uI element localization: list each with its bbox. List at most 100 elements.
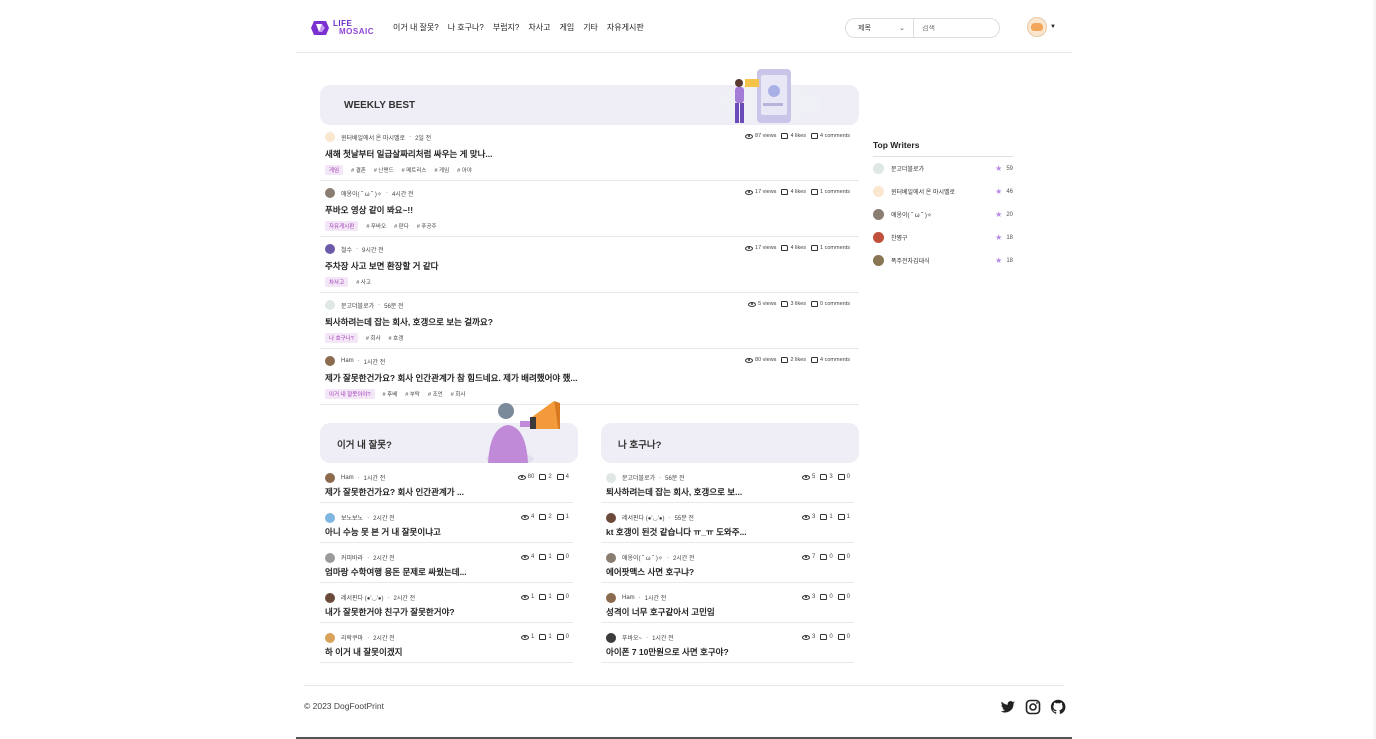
post-author[interactable]: 리락쿠마: [341, 633, 363, 642]
post-title[interactable]: 제가 잘못한건가요? 회사 인간관계가 ...: [325, 486, 573, 498]
site-logo[interactable]: LIFE MOSAIC: [310, 17, 374, 39]
tag[interactable]: # 푸바오: [366, 222, 386, 230]
nav-item-my-fault[interactable]: 이거 내 잘못?: [393, 22, 439, 33]
nav-item-game[interactable]: 게임: [559, 22, 574, 33]
tag[interactable]: # 결혼: [351, 166, 366, 174]
search-type-select[interactable]: 제목 ⌄: [846, 19, 914, 37]
post-title[interactable]: 에어팟맥스 사면 호구냐?: [606, 566, 854, 578]
tag[interactable]: # 메트리스: [402, 166, 427, 174]
board-post-item[interactable]: 보노보노 · 2시간 전 아니 수능 못 본 거 내 잘못이냐고 4 2 1: [320, 503, 573, 543]
board-post-item[interactable]: 푸바오~ · 1시간 전 아이폰 7 10만원으로 사면 호구야? 3 0 0: [601, 623, 854, 663]
board-my-fault-title[interactable]: 이거 내 잘못?: [337, 437, 392, 451]
category-chip[interactable]: 나 호구나?: [325, 333, 358, 343]
tag[interactable]: # 판다: [394, 222, 409, 230]
tag[interactable]: # 회사: [366, 334, 381, 342]
top-writer-row[interactable]: 애옹이( ˘ ω ˘ )✧ ★ 20: [873, 203, 1013, 226]
board-post-item[interactable]: 애옹이( ˘ ω ˘ )✧ · 2시간 전 에어팟맥스 사면 호구냐? 7 0 0: [601, 543, 854, 583]
post-title[interactable]: 주차장 사고 보면 환장할 거 같다: [325, 260, 851, 272]
writer-name[interactable]: 찬쨩구: [891, 233, 908, 242]
score-value: 18: [1006, 234, 1013, 241]
top-writer-row[interactable]: 폭주전자김대식 ★ 18: [873, 249, 1013, 272]
post-author[interactable]: 레서판다 (●'◡'●): [341, 593, 384, 602]
writer-name[interactable]: 문고더블로가: [891, 164, 924, 173]
post-author[interactable]: 윈터베일에서 온 마시멜로: [341, 133, 405, 142]
board-post-item[interactable]: Ham · 1시간 전 제가 잘못한건가요? 회사 인간관계가 ... 80 2 4: [320, 463, 573, 503]
category-chip[interactable]: 이거 내 잘못이야?: [325, 389, 375, 399]
post-author[interactable]: 레서판다 (●'◡'●): [622, 513, 665, 522]
top-writer-row[interactable]: 찬쨩구 ★ 18: [873, 226, 1013, 249]
weekly-post-item[interactable]: Ham · 1시간 전 제가 잘못한건가요? 회사 인간관계가 참 힘드네요. 제…: [320, 349, 859, 405]
top-writer-row[interactable]: 문고더블로가 ★ 59: [873, 157, 1013, 180]
weekly-post-item[interactable]: 애옹이( ˘ ω ˘ )✧ · 4시간 전 푸바오 영상 같이 봐요~!! 자유게시…: [320, 181, 859, 237]
tag[interactable]: # 부탁: [405, 390, 420, 398]
post-title[interactable]: 푸바오 영상 같이 봐요~!!: [325, 204, 851, 216]
writer-name[interactable]: 애옹이( ˘ ω ˘ )✧: [891, 210, 932, 219]
post-title[interactable]: 하 이거 내 잘못이겠지: [325, 646, 573, 658]
post-tags: 차사고 # 사고: [325, 277, 851, 287]
tag[interactable]: # 사고: [356, 278, 371, 286]
post-author[interactable]: 애옹이( ˘ ω ˘ )✧: [622, 553, 663, 562]
post-title[interactable]: 아이폰 7 10만원으로 사면 호구야?: [606, 646, 854, 658]
post-author[interactable]: 푸바오~: [622, 633, 642, 642]
github-icon[interactable]: [1050, 699, 1066, 715]
post-author[interactable]: 보노보노: [341, 513, 363, 522]
post-time: 2일 전: [415, 135, 432, 142]
instagram-icon[interactable]: [1025, 699, 1041, 715]
tag[interactable]: # 후배: [383, 390, 398, 398]
search-input[interactable]: [914, 24, 998, 32]
tag[interactable]: # 게임: [434, 166, 449, 174]
nav-item-etc[interactable]: 기타: [583, 22, 598, 33]
board-post-item[interactable]: 문고더블로가 · 56분 전 퇴사하려는데 잡는 회사, 호갱으로 보... 5 3 0: [601, 463, 854, 503]
board-post-item[interactable]: 커피바라 · 2시간 전 엄마랑 수학여행 용돈 문제로 싸웠는데... 4 1 0: [320, 543, 573, 583]
post-author[interactable]: Ham: [341, 475, 354, 481]
comment-icon: [811, 357, 819, 363]
category-chip[interactable]: 차사고: [325, 277, 349, 287]
board-pushover-title[interactable]: 나 호구나?: [618, 437, 661, 451]
user-avatar[interactable]: [1027, 17, 1047, 37]
weekly-post-item[interactable]: 철수 · 9시간 전 주차장 사고 보면 환장할 거 같다 차사고 # 사고 17 vi…: [320, 237, 859, 293]
tag[interactable]: # 난맨드: [374, 166, 394, 174]
tag[interactable]: # 푸공주: [417, 222, 437, 230]
category-chip[interactable]: 게임: [325, 165, 344, 175]
tag[interactable]: # 아야: [457, 166, 472, 174]
tag[interactable]: # 조언: [428, 390, 443, 398]
post-title[interactable]: 제가 잘못한건가요? 회사 인간관계가 참 힘드네요. 제가 배려했어야 했..…: [325, 372, 851, 384]
post-title[interactable]: 퇴사하려는데 잡는 회사, 호갱으로 보...: [606, 486, 854, 498]
board-post-item[interactable]: Ham · 1시간 전 성격이 너무 호구같아서 고민임 3 0 0: [601, 583, 854, 623]
tag[interactable]: # 회사: [451, 390, 466, 398]
post-title[interactable]: 내가 잘못한거야 친구가 잘못한거야?: [325, 606, 573, 618]
tag[interactable]: # 호갱: [389, 334, 404, 342]
post-title[interactable]: 엄마랑 수학여행 용돈 문제로 싸웠는데...: [325, 566, 573, 578]
twitter-icon[interactable]: [1000, 699, 1016, 715]
category-chip[interactable]: 자유게시판: [325, 221, 359, 231]
post-author[interactable]: 문고더블로가: [341, 301, 374, 310]
user-menu[interactable]: ▼: [1027, 17, 1056, 37]
stat-value: 2 likes: [790, 357, 807, 363]
post-title[interactable]: 성격이 너무 호구같아서 고민임: [606, 606, 854, 618]
post-title[interactable]: 퇴사하려는데 잡는 회사, 호갱으로 보는 걸까요?: [325, 316, 851, 328]
nav-item-jealous[interactable]: 부럽지?: [493, 22, 520, 33]
writer-name[interactable]: 윈터베일에서 온 마시멜로: [891, 187, 955, 196]
caret-down-icon[interactable]: ▼: [1050, 24, 1056, 30]
post-title[interactable]: kt 호갱이 된것 같습니다 ㅠ_ㅠ 도와주...: [606, 526, 854, 538]
weekly-post-item[interactable]: 윈터베일에서 온 마시멜로 · 2일 전 새해 첫날부터 일급살짜리처럼 싸우는 …: [320, 125, 859, 181]
writer-name[interactable]: 폭주전자김대식: [891, 256, 930, 265]
post-stats: 17 views 4 likes 1 comments: [745, 245, 850, 251]
nav-item-pushover[interactable]: 나 호구나?: [448, 22, 484, 33]
post-author[interactable]: 애옹이( ˘ ω ˘ )✧: [341, 189, 382, 198]
post-author[interactable]: 철수: [341, 245, 352, 254]
post-author[interactable]: 커피바라: [341, 553, 363, 562]
board-post-item[interactable]: 레서판다 (●'◡'●) · 2시간 전 내가 잘못한거야 친구가 잘못한거야? 1…: [320, 583, 573, 623]
post-author[interactable]: Ham: [622, 595, 635, 601]
post-title[interactable]: 아니 수능 못 본 거 내 잘못이냐고: [325, 526, 573, 538]
top-writer-row[interactable]: 윈터베일에서 온 마시멜로 ★ 46: [873, 180, 1013, 203]
post-title[interactable]: 새해 첫날부터 일급살짜리처럼 싸우는 게 맞나...: [325, 148, 851, 160]
post-author[interactable]: Ham: [341, 358, 354, 364]
weekly-best-title: WEEKLY BEST: [344, 100, 416, 111]
nav-item-free-board[interactable]: 자유게시판: [607, 22, 644, 33]
nav-item-car-accident[interactable]: 차사고: [528, 22, 550, 33]
board-post-item[interactable]: 레서판다 (●'◡'●) · 55분 전 kt 호갱이 된것 같습니다 ㅠ_ㅠ 도…: [601, 503, 854, 543]
weekly-post-item[interactable]: 문고더블로가 · 56분 전 퇴사하려는데 잡는 회사, 호갱으로 보는 걸까요?…: [320, 293, 859, 349]
board-post-item[interactable]: 리락쿠마 · 2시간 전하 이거 내 잘못이겠지 1 1 0: [320, 623, 573, 663]
post-author[interactable]: 문고더블로가: [622, 473, 655, 482]
